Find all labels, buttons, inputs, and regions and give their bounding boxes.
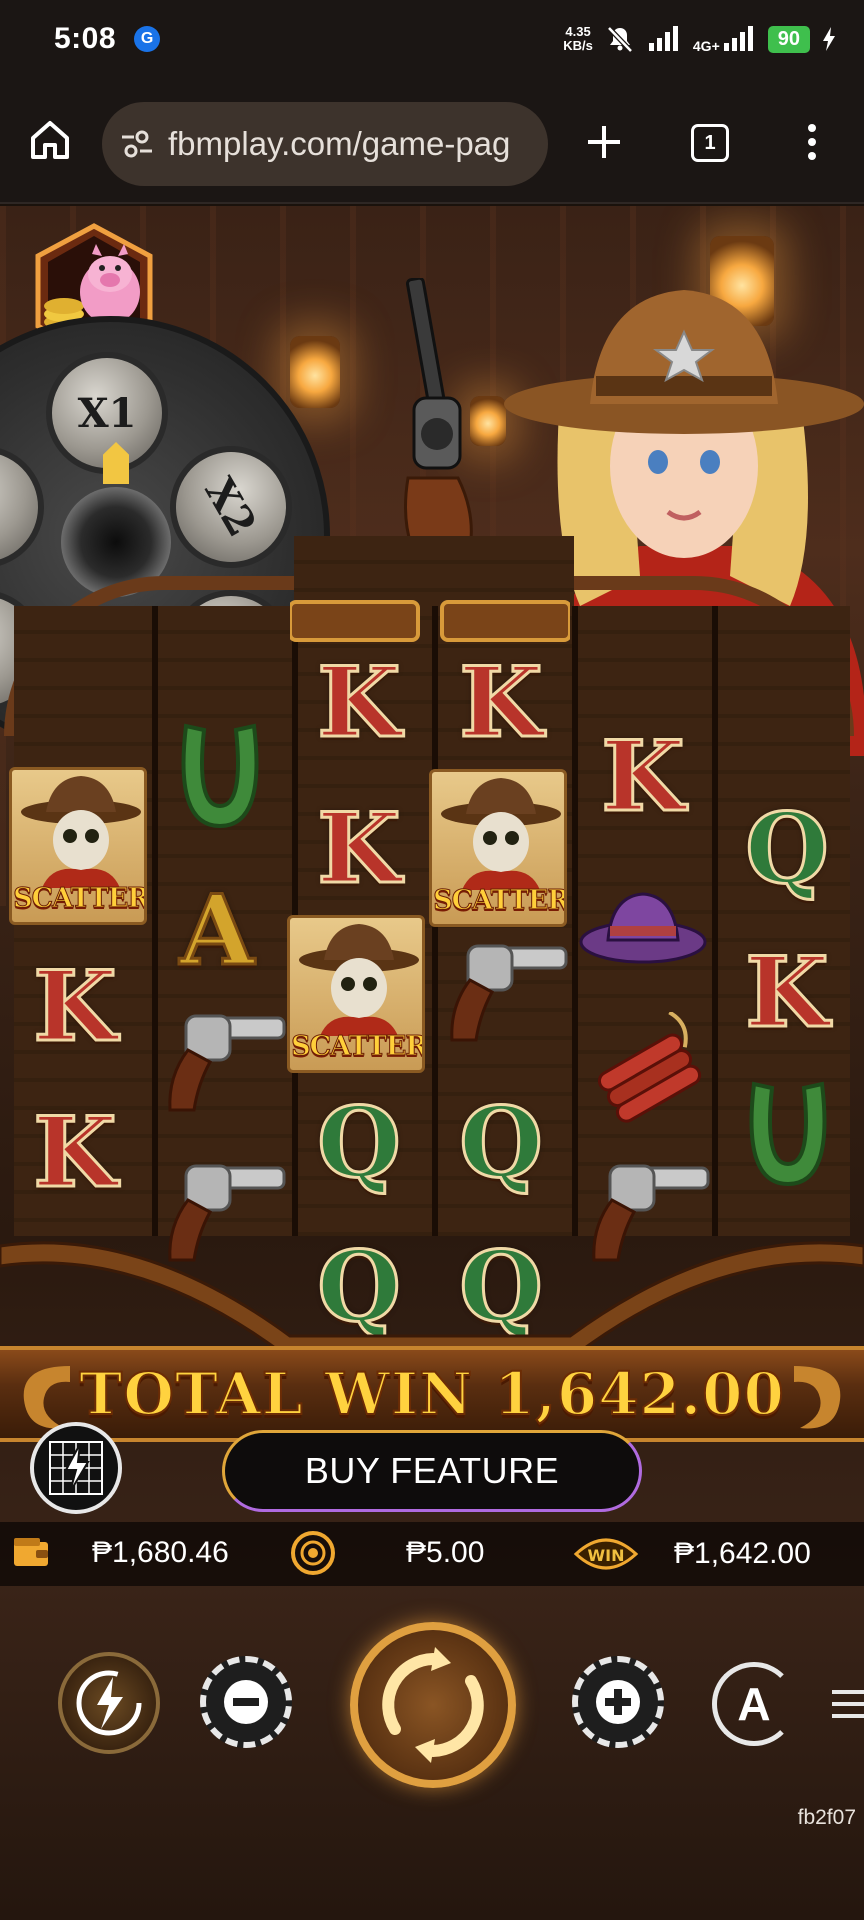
scatter-label: SCATTER [433,885,567,917]
bell-muted-icon [607,26,633,53]
multiplier-chamber: X2 [147,423,315,591]
address-bar[interactable]: fbmplay.com/game-pag [102,102,548,186]
reel-symbol-k: K [316,644,402,760]
lantern-decoration [290,336,340,408]
reel-divider [712,606,718,1236]
plus-icon [596,1680,640,1724]
win-display: WIN ₱1,642.00 [572,1532,811,1576]
chip-icon [291,1531,335,1575]
session-id: fb2f07 [797,1806,856,1829]
status-time: 5:08 [54,22,117,55]
network-speed: 4.35 KB/s [563,25,593,53]
lightning-grid-icon [49,1441,103,1495]
cowboy-hat-icon [579,892,707,964]
google-notification-icon: G [134,26,161,52]
scroll-ornament-right [794,1366,841,1429]
charging-icon [823,27,835,51]
turbo-button[interactable] [58,1652,160,1754]
game-canvas[interactable]: X1 X2 SCATTER K K A K K SCATTER Q Q K SC… [0,206,864,1920]
battery-level: 90 [767,25,810,53]
balance-display: ₱1,680.46 [12,1536,229,1570]
multiplier-chamber-empty [0,446,44,568]
reels-bottom-arch [0,1241,864,1356]
wallet-icon [14,1538,48,1566]
tab-switcher-button[interactable]: 1 [691,124,729,162]
autoplay-label: A [737,1678,771,1730]
network-type-label: 4G+ [692,38,720,54]
reel-symbol-scatter: SCATTER [8,766,148,926]
minus-icon [224,1680,268,1724]
reel-symbol-q: Q [458,1084,545,1200]
spin-arrows-icon [382,1647,484,1763]
network-speed-unit: KB/s [563,38,593,53]
win-badge-text: WIN [588,1546,625,1565]
reel-symbol-scatter: SCATTER [428,768,568,928]
win-value: ₱1,642.00 [674,1537,811,1570]
info-strip: ₱1,680.46 ₱5.00 WIN ₱1,642.00 [0,1522,864,1586]
revolver-icon [450,944,568,1042]
increase-bet-button[interactable] [572,1656,664,1748]
scatter-symbol: SCATTER [9,767,147,925]
site-settings-icon[interactable] [120,129,154,159]
feature-history-button[interactable] [30,1422,122,1514]
total-win-text: TOTAL WIN 1,642.00 [0,1359,864,1429]
scatter-symbol: SCATTER [287,915,425,1073]
scatter-label: SCATTER [291,1031,425,1063]
skull-cowboy-icon [441,778,561,890]
reel-symbol-a: A [178,872,255,988]
reel-symbol-scatter: SCATTER [286,914,426,1074]
skull-cowboy-icon [21,776,141,888]
browser-toolbar: fbmplay.com/game-pag 1 [0,78,864,204]
bet-value: ₱5.00 [406,1536,485,1569]
dynamite-icon [597,1012,702,1123]
reel-symbol-k: K [600,718,686,834]
signal-icon [648,26,678,51]
home-icon[interactable] [28,118,72,162]
decrease-bet-button[interactable] [200,1656,292,1748]
win-badge-icon: WIN [573,1538,639,1570]
reel-symbol-k: K [316,790,402,906]
reel-symbol-k: K [744,934,830,1050]
autoplay-button[interactable]: A [712,1662,796,1746]
skull-cowboy-icon [299,924,419,1036]
reel-symbol-q: Q [744,790,831,906]
menu-hamburger-icon[interactable] [828,1684,864,1724]
new-tab-icon[interactable] [584,122,624,162]
scatter-symbol: SCATTER [429,769,567,927]
more-menu-icon[interactable] [800,122,824,162]
total-win-value: 1,642.00 [493,1359,785,1429]
buy-feature-button[interactable]: BUY FEATURE [222,1430,642,1512]
balance-value: ₱1,680.46 [92,1536,229,1569]
reel-symbol-k: K [32,1094,118,1210]
spin-button[interactable] [350,1622,516,1788]
horseshoe-icon [749,1081,827,1187]
total-win-label: TOTAL WIN [78,1359,474,1429]
horseshoe-icon [181,723,259,829]
revolver-icon [168,1014,286,1112]
scatter-label: SCATTER [13,883,147,915]
url-text: fbmplay.com/game-pag [168,125,511,162]
bet-display[interactable]: ₱5.00 [290,1530,484,1576]
network-speed-value: 4.35 [565,24,591,39]
reel-symbol-k: K [32,948,118,1064]
reel-symbol-q: Q [316,1084,403,1200]
signal-icon-2 [723,26,753,51]
total-win-banner: TOTAL WIN 1,642.00 [0,1346,864,1442]
network-type-indicator: 4G+ [693,25,756,53]
reel-symbol-k: K [458,644,544,760]
turbo-lightning-icon [76,1670,142,1736]
status-bar: 5:08 G 4.35 KB/s 4G+ 90 [0,0,864,78]
